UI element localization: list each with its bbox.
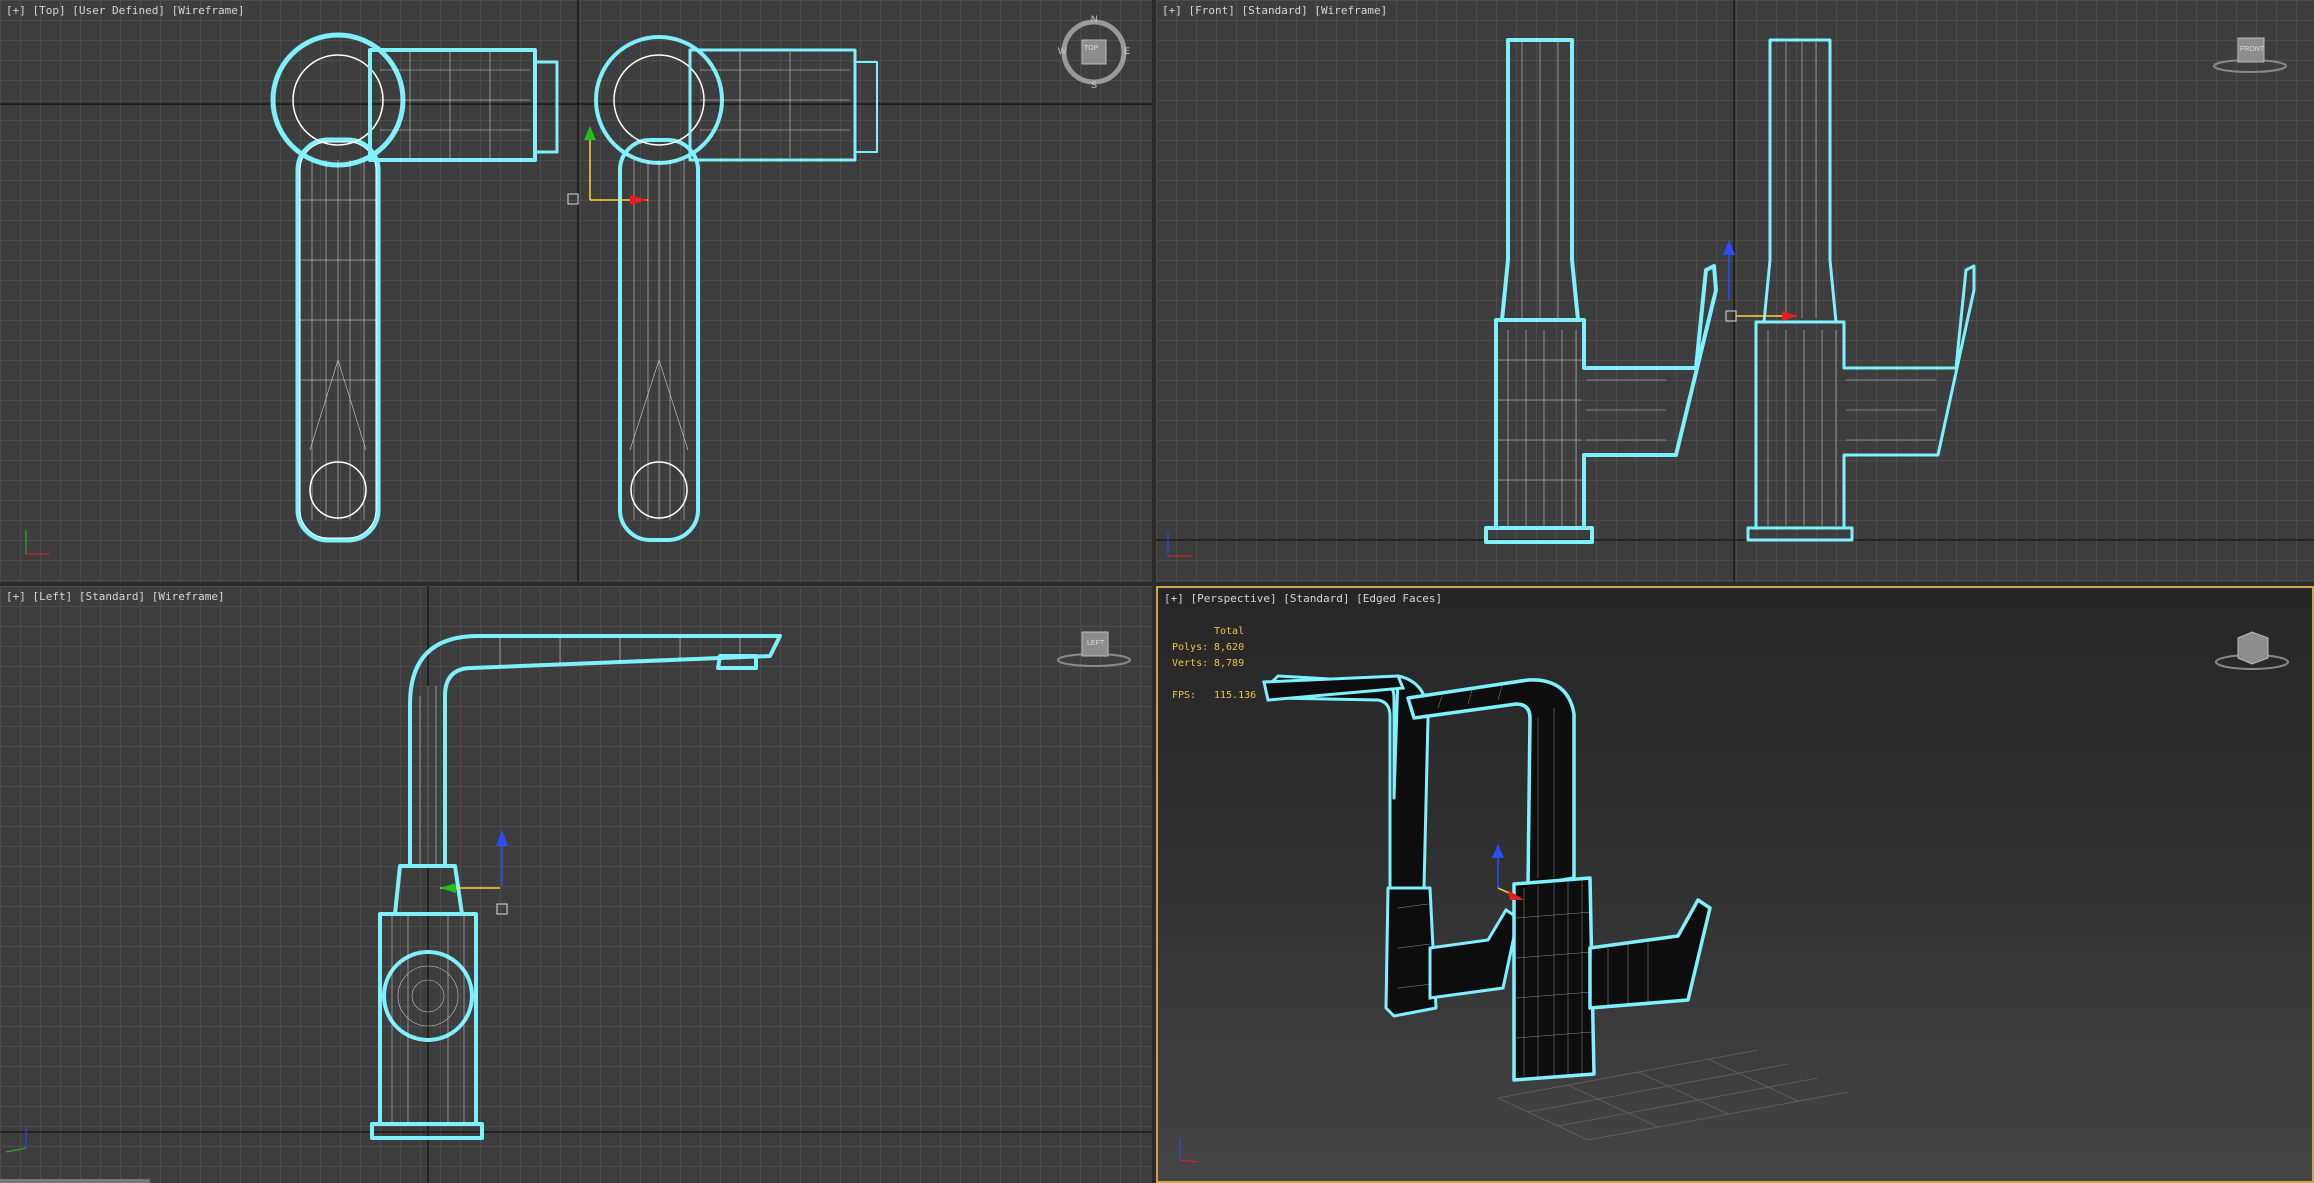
compass-east: E bbox=[1124, 46, 1131, 56]
viewcube-label: LEFT bbox=[1087, 640, 1105, 647]
axis-tripod-icon bbox=[1179, 1138, 1199, 1163]
compass-south: S bbox=[1091, 80, 1098, 90]
axis-tripod-icon bbox=[1167, 532, 1192, 557]
compass-north: N bbox=[1091, 14, 1098, 24]
axis-tripod-icon bbox=[5, 1126, 27, 1153]
perspective-edged-canvas[interactable] bbox=[1158, 588, 2314, 1183]
transform-gizmo[interactable] bbox=[440, 830, 508, 915]
top-wireframe-canvas[interactable] bbox=[0, 0, 1152, 582]
left-wireframe-canvas[interactable] bbox=[0, 586, 1152, 1183]
viewport-front[interactable]: [+] [Front] [Standard] [Wireframe] FRONT bbox=[1156, 0, 2314, 582]
compass-cube-label: TOP bbox=[1084, 45, 1099, 52]
front-wireframe-canvas[interactable] bbox=[1156, 0, 2314, 582]
viewport-perspective[interactable]: [+] [Perspective] [Standard] [Edged Face… bbox=[1156, 586, 2314, 1183]
viewport-top[interactable]: [+] [Top] [User Defined] [Wireframe] TOP… bbox=[0, 0, 1152, 582]
viewport-left[interactable]: [+] [Left] [Standard] [Wireframe] LEFT bbox=[0, 586, 1152, 1183]
viewcube-compass[interactable]: TOP N S W E bbox=[1054, 14, 1134, 90]
timeline-scrollbar[interactable] bbox=[0, 1179, 150, 1183]
axis-tripod-icon bbox=[25, 530, 50, 555]
viewcube-front[interactable]: FRONT bbox=[2210, 32, 2290, 76]
compass-west: W bbox=[1058, 46, 1067, 56]
viewcube-label: FRONT bbox=[2240, 46, 2265, 53]
viewcube-perspective[interactable] bbox=[2212, 624, 2292, 674]
viewcube-left[interactable]: LEFT bbox=[1054, 626, 1134, 670]
